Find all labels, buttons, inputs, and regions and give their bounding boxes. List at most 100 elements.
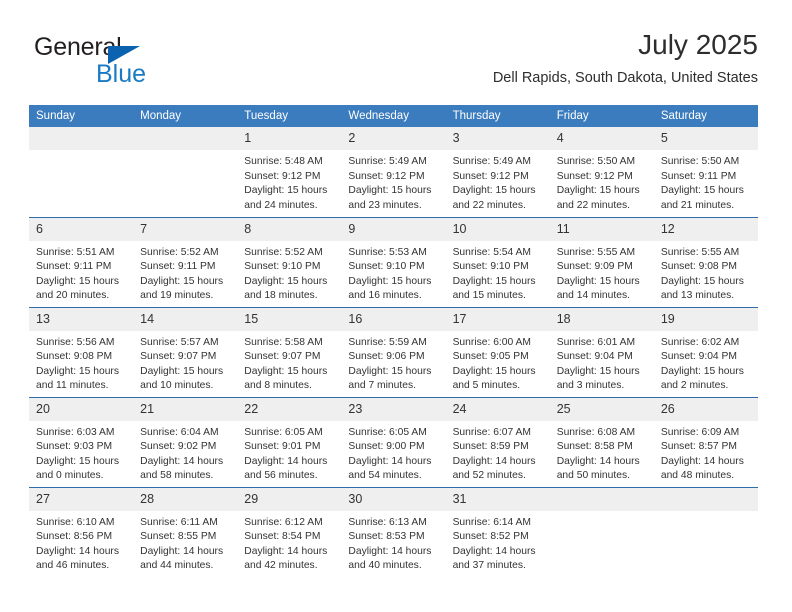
daylight-text: Daylight: 15 hours and 8 minutes. (244, 365, 328, 392)
daylight-text: Daylight: 15 hours and 0 minutes. (36, 455, 119, 482)
day-number: 7 (133, 217, 238, 241)
day-number: 19 (653, 307, 758, 331)
day-cell[interactable]: 15 Sunrise: 5:58 AM Sunset: 9:07 PM Dayl… (237, 306, 342, 397)
day-cell[interactable]: 26 Sunrise: 6:09 AM Sunset: 8:57 PM Dayl… (653, 396, 758, 487)
daylight-text: Daylight: 15 hours and 22 minutes. (452, 185, 536, 211)
day-details: Sunrise: 6:05 AM Sunset: 9:01 PM Dayligh… (237, 421, 341, 484)
sunrise-text: Sunrise: 6:09 AM (660, 426, 740, 438)
day-cell[interactable]: 18 Sunrise: 6:01 AM Sunset: 9:04 PM Dayl… (549, 306, 654, 397)
sunset-text: Sunset: 9:07 PM (244, 351, 321, 363)
day-cell[interactable]: 7 Sunrise: 5:52 AM Sunset: 9:11 PM Dayli… (133, 216, 238, 307)
day-cell[interactable] (29, 127, 134, 217)
day-cell[interactable] (549, 486, 654, 577)
day-cell[interactable]: 19 Sunrise: 6:02 AM Sunset: 9:04 PM Dayl… (653, 306, 758, 397)
day-details: Sunrise: 6:01 AM Sunset: 9:04 PM Dayligh… (550, 331, 654, 394)
day-cell[interactable]: 30 Sunrise: 6:13 AM Sunset: 8:53 PM Dayl… (341, 486, 446, 577)
day-cell[interactable]: 5 Sunrise: 5:50 AM Sunset: 9:11 PM Dayli… (653, 127, 758, 217)
day-cell[interactable]: 16 Sunrise: 5:59 AM Sunset: 9:06 PM Dayl… (341, 306, 446, 397)
sunset-text: Sunset: 9:10 PM (348, 261, 425, 273)
daylight-text: Daylight: 15 hours and 5 minutes. (452, 365, 536, 392)
day-details: Sunrise: 6:07 AM Sunset: 8:59 PM Dayligh… (446, 421, 550, 484)
sunset-text: Sunset: 9:09 PM (556, 261, 633, 273)
sunset-text: Sunset: 9:01 PM (244, 441, 321, 453)
day-number: 10 (445, 217, 550, 241)
daylight-text: Daylight: 15 hours and 10 minutes. (140, 365, 224, 392)
day-number: 23 (341, 397, 446, 421)
day-number: 29 (237, 487, 342, 511)
day-details: Sunrise: 6:03 AM Sunset: 9:03 PM Dayligh… (29, 421, 133, 484)
day-cell[interactable]: 22 Sunrise: 6:05 AM Sunset: 9:01 PM Dayl… (237, 396, 342, 487)
day-details: Sunrise: 5:54 AM Sunset: 9:10 PM Dayligh… (446, 241, 550, 304)
day-details (133, 150, 237, 155)
day-number: 1 (237, 127, 342, 150)
day-details: Sunrise: 6:00 AM Sunset: 9:05 PM Dayligh… (446, 331, 550, 394)
sunset-text: Sunset: 8:52 PM (452, 531, 529, 543)
sunset-text: Sunset: 8:54 PM (244, 531, 321, 543)
day-cell[interactable]: 17 Sunrise: 6:00 AM Sunset: 9:05 PM Dayl… (445, 306, 550, 397)
day-cell[interactable]: 13 Sunrise: 5:56 AM Sunset: 9:08 PM Dayl… (29, 306, 134, 397)
day-cell[interactable]: 11 Sunrise: 5:55 AM Sunset: 9:09 PM Dayl… (549, 216, 654, 307)
daylight-text: Daylight: 14 hours and 44 minutes. (140, 545, 224, 572)
sunset-text: Sunset: 9:02 PM (140, 441, 217, 453)
daylight-text: Daylight: 15 hours and 19 minutes. (140, 275, 224, 302)
day-number: 12 (653, 217, 758, 241)
day-cell[interactable]: 24 Sunrise: 6:07 AM Sunset: 8:59 PM Dayl… (445, 396, 550, 487)
day-cell[interactable] (133, 127, 238, 217)
day-cell[interactable]: 20 Sunrise: 6:03 AM Sunset: 9:03 PM Dayl… (29, 396, 134, 487)
weekday-header-sunday: Sunday (29, 105, 134, 127)
sunset-text: Sunset: 9:12 PM (556, 170, 633, 182)
day-cell[interactable]: 27 Sunrise: 6:10 AM Sunset: 8:56 PM Dayl… (29, 486, 134, 577)
day-cell[interactable]: 4 Sunrise: 5:50 AM Sunset: 9:12 PM Dayli… (549, 127, 654, 217)
day-number: 5 (653, 127, 758, 150)
day-cell[interactable]: 6 Sunrise: 5:51 AM Sunset: 9:11 PM Dayli… (29, 216, 134, 307)
day-cell[interactable]: 2 Sunrise: 5:49 AM Sunset: 9:12 PM Dayli… (341, 127, 446, 217)
sunrise-text: Sunrise: 5:55 AM (660, 246, 740, 258)
day-cell[interactable]: 8 Sunrise: 5:52 AM Sunset: 9:10 PM Dayli… (237, 216, 342, 307)
day-cell[interactable]: 29 Sunrise: 6:12 AM Sunset: 8:54 PM Dayl… (237, 486, 342, 577)
day-cell[interactable] (653, 486, 758, 577)
sunset-text: Sunset: 9:08 PM (660, 261, 737, 273)
day-cell[interactable]: 23 Sunrise: 6:05 AM Sunset: 9:00 PM Dayl… (341, 396, 446, 487)
day-number: 16 (341, 307, 446, 331)
day-details: Sunrise: 6:02 AM Sunset: 9:04 PM Dayligh… (654, 331, 758, 394)
sunrise-text: Sunrise: 5:57 AM (140, 336, 219, 348)
page-title: July 2025 (638, 29, 758, 60)
weekday-header-friday: Friday (549, 105, 654, 127)
page-subtitle: Dell Rapids, South Dakota, United States (492, 70, 758, 86)
day-number: 20 (29, 397, 134, 421)
day-cell[interactable]: 21 Sunrise: 6:04 AM Sunset: 9:02 PM Dayl… (133, 396, 238, 487)
sunset-text: Sunset: 9:11 PM (36, 261, 112, 273)
day-cell[interactable]: 12 Sunrise: 5:55 AM Sunset: 9:08 PM Dayl… (653, 216, 758, 307)
daylight-text: Daylight: 15 hours and 23 minutes. (348, 185, 432, 211)
sunset-text: Sunset: 8:53 PM (348, 531, 425, 543)
day-number: 30 (341, 487, 446, 511)
day-cell[interactable]: 9 Sunrise: 5:53 AM Sunset: 9:10 PM Dayli… (341, 216, 446, 307)
daylight-text: Daylight: 14 hours and 46 minutes. (36, 545, 119, 572)
sunset-text: Sunset: 8:57 PM (660, 441, 737, 453)
day-number: 14 (133, 307, 238, 331)
day-details: Sunrise: 5:57 AM Sunset: 9:07 PM Dayligh… (133, 331, 237, 394)
day-details: Sunrise: 5:59 AM Sunset: 9:06 PM Dayligh… (341, 331, 445, 394)
day-cell[interactable]: 1 Sunrise: 5:48 AM Sunset: 9:12 PM Dayli… (237, 127, 342, 217)
day-details: Sunrise: 5:48 AM Sunset: 9:12 PM Dayligh… (237, 150, 341, 213)
sunset-text: Sunset: 8:58 PM (556, 441, 633, 453)
day-cell[interactable]: 3 Sunrise: 5:49 AM Sunset: 9:12 PM Dayli… (445, 127, 550, 217)
day-details: Sunrise: 5:49 AM Sunset: 9:12 PM Dayligh… (446, 150, 550, 213)
day-details: Sunrise: 5:55 AM Sunset: 9:08 PM Dayligh… (654, 241, 758, 304)
day-details: Sunrise: 6:10 AM Sunset: 8:56 PM Dayligh… (29, 511, 133, 574)
day-cell[interactable]: 31 Sunrise: 6:14 AM Sunset: 8:52 PM Dayl… (445, 486, 550, 577)
day-cell[interactable]: 14 Sunrise: 5:57 AM Sunset: 9:07 PM Dayl… (133, 306, 238, 397)
sunrise-text: Sunrise: 6:00 AM (452, 336, 531, 348)
sunrise-text: Sunrise: 6:04 AM (140, 426, 219, 438)
day-cell[interactable]: 25 Sunrise: 6:08 AM Sunset: 8:58 PM Dayl… (549, 396, 654, 487)
day-cell[interactable]: 10 Sunrise: 5:54 AM Sunset: 9:10 PM Dayl… (445, 216, 550, 307)
day-number (653, 487, 758, 511)
daylight-text: Daylight: 15 hours and 3 minutes. (556, 365, 640, 392)
day-cell[interactable]: 28 Sunrise: 6:11 AM Sunset: 8:55 PM Dayl… (133, 486, 238, 577)
daylight-text: Daylight: 15 hours and 13 minutes. (660, 275, 744, 302)
sunrise-text: Sunrise: 5:50 AM (660, 156, 740, 167)
daylight-text: Daylight: 14 hours and 54 minutes. (348, 455, 432, 482)
daylight-text: Daylight: 15 hours and 2 minutes. (660, 365, 744, 392)
sunset-text: Sunset: 9:04 PM (556, 351, 633, 363)
day-details (29, 150, 133, 155)
